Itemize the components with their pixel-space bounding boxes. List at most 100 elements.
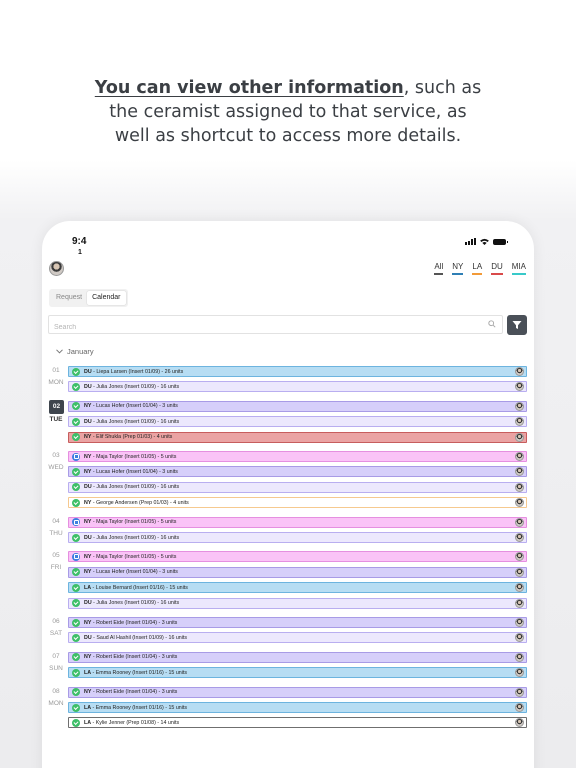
ceramist-avatar[interactable] — [515, 718, 524, 728]
day-number: 06 — [52, 618, 60, 625]
appointment-row[interactable]: LA - Emma Rooney (Insert 01/16) - 15 uni… — [68, 702, 527, 713]
location-tab-ny[interactable]: NY — [452, 262, 464, 275]
month-label: January — [67, 347, 94, 356]
appointment-text: NY - Maja Taylor (Insert 01/05) - 5 unit… — [84, 519, 515, 525]
appointment-row[interactable]: DU - Julia Jones (Insert 01/09) - 16 uni… — [68, 381, 527, 393]
appointment-detail: - George Andersen (Prep 01/03) - 4 units — [91, 499, 189, 506]
appointment-location: LA — [84, 719, 92, 726]
appointment-detail: - Robert Eide (Insert 01/04) - 3 units — [91, 619, 178, 626]
ceramist-avatar[interactable] — [515, 618, 524, 627]
appointment-row[interactable]: NY - Maja Taylor (Insert 01/05) - 5 unit… — [68, 451, 527, 462]
appointment-row[interactable]: LA - Louise Bernard (Insert 01/16) - 15 … — [68, 582, 527, 594]
appointment-text: NY - Maja Taylor (Insert 01/05) - 5 unit… — [84, 454, 515, 460]
appointment-text: DU - Julia Jones (Insert 01/09) - 16 uni… — [84, 384, 515, 390]
tab-request[interactable]: Request — [51, 291, 87, 305]
battery-icon — [493, 238, 508, 245]
appointment-text: LA - Louise Bernard (Insert 01/16) - 15 … — [84, 585, 515, 591]
month-header[interactable]: January — [56, 347, 94, 356]
check-circle-icon — [72, 653, 80, 662]
day-label: 04 THU — [45, 516, 67, 540]
chevron-down-icon — [56, 349, 63, 354]
appointment-detail: - Julia Jones (Insert 01/09) - 16 units — [91, 600, 180, 607]
location-tab-all[interactable]: All — [434, 262, 444, 275]
profile-avatar[interactable] — [49, 261, 64, 276]
ceramist-avatar[interactable] — [515, 567, 524, 577]
appointment-text: NY - Lucas Hofer (Insert 01/04) - 3 unit… — [84, 403, 515, 409]
location-tab-mia[interactable]: MIA — [511, 262, 526, 275]
ceramist-avatar[interactable] — [515, 401, 524, 411]
appointment-row[interactable]: DU - Julia Jones (Insert 01/09) - 16 uni… — [68, 532, 527, 543]
ceramist-avatar[interactable] — [515, 598, 524, 608]
filter-button[interactable] — [507, 315, 527, 335]
appointment-row[interactable]: LA - Kylie Jenner (Prep 01/08) - 14 unit… — [68, 717, 527, 729]
appointment-text: NY - Maja Taylor (Insert 01/05) - 5 unit… — [84, 554, 515, 560]
appointment-detail: - Liepa Larsen (Insert 01/09) - 26 units — [91, 368, 184, 375]
ceramist-avatar[interactable] — [515, 432, 524, 442]
check-circle-icon — [72, 533, 80, 542]
appointment-row[interactable]: NY - Lucas Hofer (Insert 01/04) - 3 unit… — [68, 566, 527, 578]
ceramist-avatar[interactable] — [515, 687, 524, 697]
appointment-row[interactable]: NY - Lucas Hofer (Insert 01/04) - 3 unit… — [68, 466, 527, 478]
appointment-row[interactable]: DU - Julia Jones (Insert 01/09) - 16 uni… — [68, 416, 527, 428]
ceramist-avatar[interactable] — [515, 498, 524, 508]
day-number: 07 — [52, 652, 60, 660]
status-time-minutes: 1 — [78, 249, 82, 256]
ceramist-avatar[interactable] — [515, 668, 524, 678]
ceramist-avatar[interactable] — [515, 467, 524, 477]
check-circle-icon — [72, 417, 80, 426]
appointment-text: NY - Robert Eide (Insert 01/04) - 3 unit… — [84, 654, 515, 660]
appointment-text: NY - Lucas Hofer (Insert 01/04) - 3 unit… — [84, 469, 515, 475]
day-weekday: MON — [48, 699, 64, 707]
ceramist-avatar[interactable] — [515, 652, 524, 662]
appointment-row[interactable]: DU - Liepa Larsen (Insert 01/09) - 26 un… — [68, 366, 527, 377]
appointment-detail: - Emma Rooney (Insert 01/16) - 15 units — [91, 669, 188, 676]
ceramist-avatar[interactable] — [515, 482, 524, 492]
appointment-location: DU — [84, 484, 92, 491]
appointment-detail: - Julia Jones (Insert 01/09) - 16 units — [91, 534, 180, 541]
ceramist-avatar[interactable] — [515, 367, 524, 376]
ceramist-avatar[interactable] — [515, 552, 524, 562]
ceramist-avatar[interactable] — [515, 533, 524, 542]
appointment-detail: - Robert Eide (Insert 01/04) - 3 units — [91, 689, 178, 696]
day-weekday: SUN — [49, 664, 63, 672]
day-weekday: WED — [48, 464, 64, 471]
day-weekday: TUE — [49, 415, 63, 423]
appointment-row[interactable]: DU - Julia Jones (Insert 01/09) - 16 uni… — [68, 481, 527, 493]
ceramist-avatar[interactable] — [515, 417, 524, 427]
appointment-row[interactable]: NY - Elif Shukla (Prep 01/03) - 4 units — [68, 431, 527, 443]
location-tab-la[interactable]: LA — [472, 262, 483, 275]
headline-highlight: You can view other information — [94, 78, 404, 98]
ceramist-avatar[interactable] — [515, 382, 524, 392]
appointment-row[interactable]: NY - Maja Taylor (Insert 01/05) - 5 unit… — [68, 516, 527, 528]
ceramist-avatar[interactable] — [515, 703, 524, 712]
appointment-row[interactable]: NY - Robert Eide (Insert 01/04) - 3 unit… — [68, 686, 527, 698]
appointment-row[interactable]: NY - Maja Taylor (Insert 01/05) - 5 unit… — [68, 551, 527, 563]
signal-icon — [465, 238, 476, 245]
appointment-row[interactable]: DU - Julia Jones (Insert 01/09) - 16 uni… — [68, 597, 527, 609]
view-segmented-control: Request Calendar — [49, 289, 128, 307]
location-tab-du[interactable]: DU — [491, 262, 503, 275]
appointment-row[interactable]: NY - Robert Eide (Insert 01/04) - 3 unit… — [68, 617, 527, 628]
ceramist-avatar[interactable] — [515, 517, 524, 527]
appointment-detail: - Julia Jones (Insert 01/09) - 16 units — [91, 484, 180, 491]
appointment-detail: - Julia Jones (Insert 01/09) - 16 units — [91, 383, 180, 390]
ceramist-avatar[interactable] — [515, 452, 524, 461]
ceramist-avatar[interactable] — [515, 583, 524, 593]
search-input[interactable] — [49, 319, 469, 336]
headline-line1-rest: , such as — [403, 78, 482, 98]
appointment-row[interactable]: NY - Robert Eide (Insert 01/04) - 3 unit… — [68, 651, 527, 663]
appointment-detail: - Elif Shukla (Prep 01/03) - 4 units — [91, 434, 173, 441]
appointment-row[interactable]: LA - Emma Rooney (Insert 01/16) - 15 uni… — [68, 667, 527, 679]
appointment-row[interactable]: NY - George Andersen (Prep 01/03) - 4 un… — [68, 497, 527, 509]
day-weekday: THU — [49, 529, 63, 537]
day-number: 04 — [52, 517, 60, 525]
appointment-row[interactable]: NY - Lucas Hofer (Insert 01/04) - 3 unit… — [68, 400, 527, 412]
appointment-detail: - Louise Bernard (Insert 01/16) - 15 uni… — [91, 584, 188, 591]
tab-calendar[interactable]: Calendar — [87, 291, 126, 305]
appointment-text: DU - Julia Jones (Insert 01/09) - 16 uni… — [84, 419, 515, 425]
appointment-text: DU - Julia Jones (Insert 01/09) - 16 uni… — [84, 535, 515, 541]
search-icon[interactable] — [488, 320, 496, 328]
appointment-row[interactable]: DU - Saud Al Hashil (Insert 01/09) - 16 … — [68, 632, 527, 644]
ceramist-avatar[interactable] — [515, 633, 524, 643]
appointment-detail: - Maja Taylor (Insert 01/05) - 5 units — [91, 553, 177, 560]
